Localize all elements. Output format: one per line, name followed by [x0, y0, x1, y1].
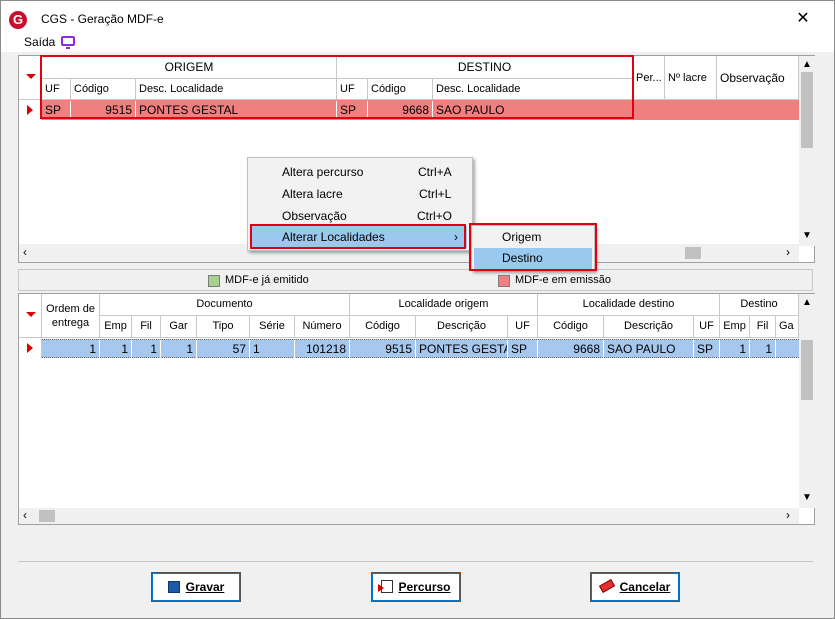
cell-origem-descricao[interactable]: PONTES GESTAL: [416, 340, 508, 358]
scroll-up-icon[interactable]: ▲: [802, 297, 812, 308]
header-numero[interactable]: Número: [295, 316, 350, 338]
bottom-grid: Ordem de entrega Documento Localidade or…: [18, 293, 815, 525]
main-window: G CGS - Geração MDF-e ✕ Saída ORIGEM DES…: [0, 0, 835, 619]
header-destino-gar[interactable]: Ga: [776, 316, 799, 338]
header-serie[interactable]: Série: [250, 316, 295, 338]
header-localidade-origem: Localidade origem: [350, 294, 538, 316]
header-origem-uf[interactable]: UF: [508, 316, 538, 338]
scroll-left-icon[interactable]: ‹: [23, 245, 27, 259]
legend-emissao-label: MDF-e em emissão: [515, 274, 611, 286]
hscroll-thumb[interactable]: [39, 510, 55, 522]
bottom-grid-hscrollbar[interactable]: ‹ ›: [19, 508, 799, 524]
highlight-submenu: [469, 223, 597, 271]
scroll-right-icon[interactable]: ›: [786, 508, 790, 522]
row-indicator: [19, 100, 42, 120]
header-destino: Destino: [720, 294, 799, 316]
cell-destino-fil[interactable]: 1: [750, 340, 776, 358]
title-bar: G CGS - Geração MDF-e ✕: [1, 1, 834, 32]
legend-emitido-swatch: [208, 275, 220, 287]
row-indicator: [19, 339, 42, 358]
current-row-arrow-icon: [27, 343, 33, 353]
cell-ordem[interactable]: 1: [42, 340, 100, 358]
top-grid-vscrollbar[interactable]: ▲ ▼: [799, 56, 815, 246]
cell-emp[interactable]: 1: [100, 340, 132, 358]
header-localidade-destino: Localidade destino: [538, 294, 720, 316]
cell-origem-uf[interactable]: SP: [508, 340, 538, 358]
header-destino-descricao[interactable]: Descrição: [604, 316, 694, 338]
header-destino-uf[interactable]: UF: [694, 316, 720, 338]
header-gar[interactable]: Gar: [161, 316, 197, 338]
header-documento: Documento: [100, 294, 350, 316]
header-emp[interactable]: Emp: [100, 316, 132, 338]
save-icon: [167, 581, 180, 593]
legend-bar: MDF-e já emitido MDF-e em emissão: [18, 269, 813, 291]
header-origem-codigo[interactable]: Código: [350, 316, 416, 338]
header-origem-descricao[interactable]: Descrição: [416, 316, 508, 338]
menu-bar: Saída: [1, 32, 834, 52]
header-destino-codigo[interactable]: Código: [538, 316, 604, 338]
highlight-alterar-localidades: [250, 224, 466, 249]
header-ordem-entrega[interactable]: Ordem de entrega: [42, 294, 100, 338]
menu-item-altera-lacre[interactable]: Altera lacre: [282, 183, 343, 205]
legend-emitido-label: MDF-e já emitido: [225, 274, 309, 286]
cell-destino-descricao[interactable]: SAO PAULO: [604, 340, 694, 358]
close-button[interactable]: ✕: [791, 9, 815, 29]
shortcut-altera-lacre: Ctrl+L: [419, 187, 452, 201]
scroll-thumb[interactable]: [801, 72, 813, 148]
scroll-down-icon[interactable]: ▼: [802, 230, 812, 241]
legend-emissao-swatch: [498, 275, 510, 287]
cell-destino-uf[interactable]: SP: [694, 340, 720, 358]
header-observacao[interactable]: Observação: [717, 56, 799, 100]
cell-gar[interactable]: 1: [161, 340, 197, 358]
header-per[interactable]: Per...: [633, 56, 665, 100]
route-doc-icon: [378, 580, 394, 593]
header-destino-emp[interactable]: Emp: [720, 316, 750, 338]
top-grid-corner[interactable]: [19, 56, 42, 100]
cell-destino-codigo[interactable]: 9668: [538, 340, 604, 358]
bottom-grid-corner[interactable]: [19, 294, 42, 338]
eraser-icon: [598, 579, 615, 593]
table-row[interactable]: 1 1 1 1 57 1 101218 9515 PONTES GESTAL S…: [19, 339, 799, 358]
gravar-button[interactable]: Gravar: [151, 572, 241, 602]
menu-item-altera-percurso[interactable]: Altera percurso: [282, 161, 363, 183]
scroll-thumb[interactable]: [801, 340, 813, 400]
scroll-left-icon[interactable]: ‹: [23, 508, 27, 522]
header-tipo[interactable]: Tipo: [197, 316, 250, 338]
percurso-label: Percurso: [398, 580, 451, 594]
app-logo-icon: G: [9, 11, 27, 29]
scroll-right-icon[interactable]: ›: [786, 245, 790, 259]
current-row-arrow-icon: [27, 105, 33, 115]
window-title: CGS - Geração MDF-e: [41, 12, 164, 26]
percurso-button[interactable]: Percurso: [371, 572, 461, 602]
cell-tipo[interactable]: 57: [197, 340, 250, 358]
menu-saida[interactable]: Saída: [24, 35, 55, 49]
cancelar-label: Cancelar: [619, 580, 671, 594]
scroll-down-icon[interactable]: ▼: [802, 492, 812, 503]
shortcut-altera-percurso: Ctrl+A: [418, 165, 452, 179]
header-fil[interactable]: Fil: [132, 316, 161, 338]
hscroll-thumb[interactable]: [685, 247, 701, 259]
monitor-icon[interactable]: [61, 36, 75, 49]
gravar-label: Gravar: [185, 580, 225, 594]
cell-origem-codigo[interactable]: 9515: [350, 340, 416, 358]
cell-serie[interactable]: 1: [250, 340, 295, 358]
highlight-origem-destino: [40, 55, 634, 119]
header-lacre[interactable]: Nº lacre: [665, 56, 717, 100]
sort-arrow-icon: [26, 74, 36, 79]
scroll-up-icon[interactable]: ▲: [802, 59, 812, 70]
cell-fil[interactable]: 1: [132, 340, 161, 358]
cancelar-button[interactable]: Cancelar: [590, 572, 680, 602]
sort-arrow-icon: [26, 312, 36, 317]
cell-numero[interactable]: 101218: [295, 340, 350, 358]
header-destino-fil[interactable]: Fil: [750, 316, 776, 338]
cell-destino-emp[interactable]: 1: [720, 340, 750, 358]
bottom-grid-vscrollbar[interactable]: ▲ ▼: [799, 294, 815, 508]
